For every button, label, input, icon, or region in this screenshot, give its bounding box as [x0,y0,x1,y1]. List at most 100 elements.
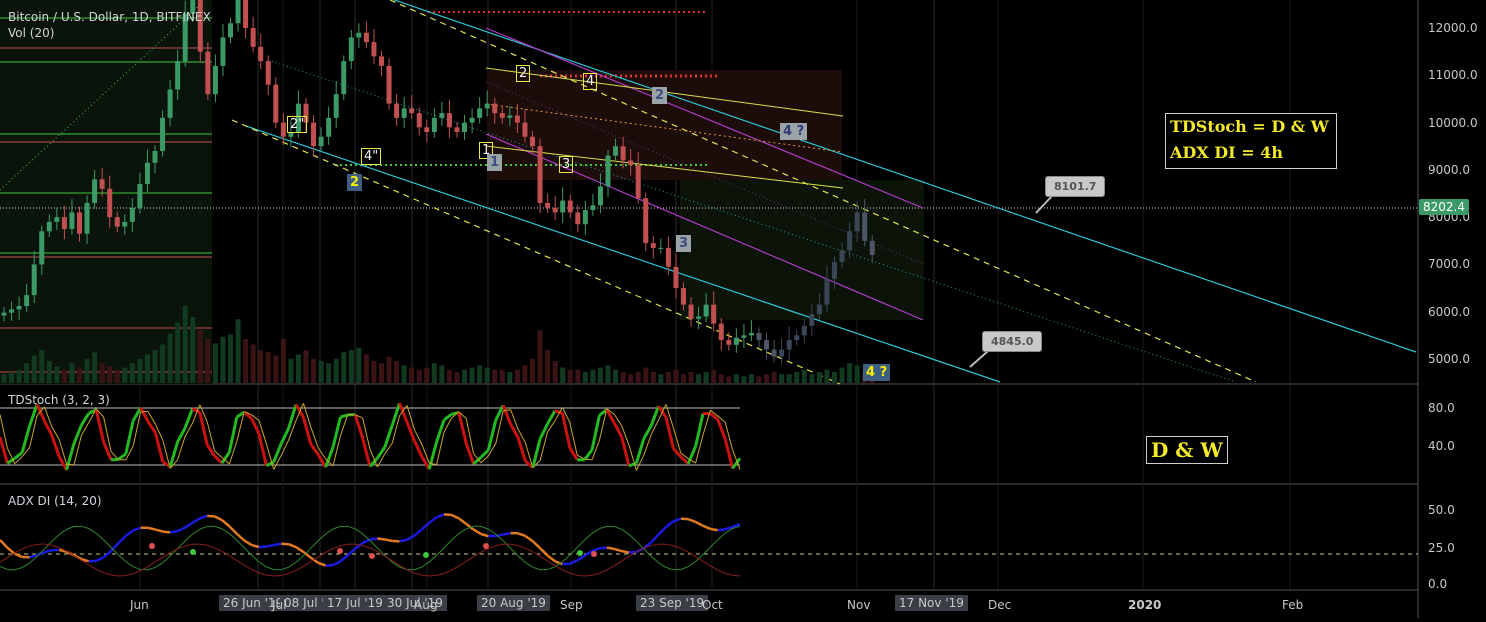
volume-bar [304,350,309,383]
candle-body [628,160,633,165]
tdstoch-line [170,442,177,467]
di-plus-line [481,526,488,529]
adx-line [710,529,717,530]
volume-bar [334,359,339,383]
di-plus-line [0,567,7,570]
di-minus-line [599,570,606,573]
di-minus-line [296,566,303,570]
di-plus-line [681,567,688,570]
candle-body [809,314,814,326]
volume-bar [417,370,422,383]
di-minus-line [363,545,370,548]
adx-line [200,516,207,519]
x-tick: 2020 [1128,598,1161,612]
chart-stage: Bitcoin / U.S. Dollar, 1D, BITFINEX Vol … [0,0,1486,618]
candle-body [824,279,829,305]
adx-line [540,548,547,555]
candle-body [553,208,558,213]
adx-line [318,563,325,566]
volume-bar [817,372,822,383]
wave-label: 2 [516,65,530,82]
adx-line [192,518,199,522]
candle-body [251,28,256,47]
volume-bar [228,335,233,383]
adx-line [266,545,273,547]
candle-body [92,179,97,203]
adx-line [614,549,621,551]
di-plus-line [577,540,584,548]
tdstoch-line [118,454,125,459]
di-plus-line [348,526,355,529]
di-plus-line [688,561,695,566]
candle-body [62,217,67,229]
chart-svg[interactable] [0,0,1486,618]
di-plus-line [533,567,540,569]
di-minus-line [229,556,236,561]
adx-line [459,518,466,523]
volume-bar [696,374,701,383]
candle-body [658,248,663,249]
candle-body [492,104,497,113]
candle-body [409,108,414,113]
candle-body [485,104,490,109]
candle-body [17,306,22,309]
candle-body [522,123,527,137]
di-plus-line [599,526,606,528]
candle-body [711,305,716,324]
candle-body [39,231,44,264]
adx-line [407,536,414,540]
adx-tick: 50.0 [1428,503,1455,517]
volume-bar [711,370,716,383]
di-plus-line [192,529,199,534]
volume-bar [145,354,150,383]
volume-bar [296,354,301,383]
candle-body [726,340,731,345]
candle-body [145,163,150,184]
di-plus-line [311,541,318,549]
tdstoch-line [718,419,725,439]
candle-body [477,108,482,117]
candle-body [32,264,37,295]
candle-body [311,123,316,147]
di-minus-line [215,548,222,552]
tdstoch-line [696,414,703,447]
di-plus-line [52,535,59,542]
adx-line [289,544,296,547]
x-tick: Feb [1282,598,1303,612]
di-minus-line [104,573,111,575]
candle-body [507,115,512,117]
candle-body [243,0,248,28]
adx-line [599,548,606,549]
volume-bar [741,376,746,383]
di-plus-line [659,563,666,568]
adx-signal-dot [190,549,196,555]
adx-line [429,517,436,523]
di-plus-line [422,562,429,567]
volume-bar [560,368,565,383]
di-plus-line [585,533,592,540]
di-plus-line [289,562,296,567]
volume-bar [719,374,724,383]
volume-bar [704,372,709,383]
tdstoch-line [141,408,148,422]
tdstoch-timeframe-note: D & W [1146,436,1228,464]
candle-body [175,61,180,89]
di-plus-line [281,567,288,570]
candle-body [741,335,746,337]
candle-body [326,118,331,137]
volume-bar [681,374,686,383]
adx-line [15,554,22,557]
di-minus-line [481,548,488,552]
candle-body [228,23,233,37]
volume-bar [32,356,37,384]
adx-line [525,536,532,541]
di-minus-line [126,574,133,576]
candle-body [779,350,784,357]
di-minus-line [52,545,59,547]
di-minus-line [518,546,525,549]
shaded-zone [0,0,212,384]
candle-body [832,262,837,279]
volume-bar [538,330,543,383]
di-plus-line [718,533,725,539]
candle-body [24,295,29,306]
